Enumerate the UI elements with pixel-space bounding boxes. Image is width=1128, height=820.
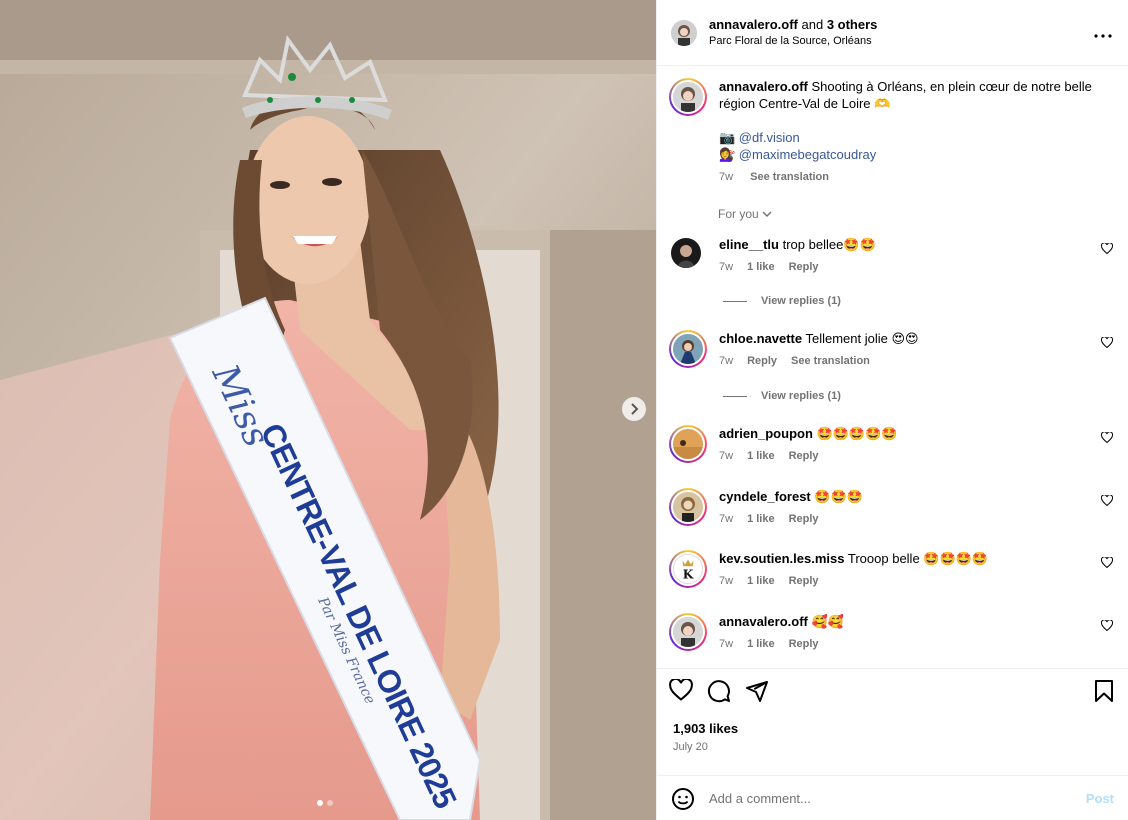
comment-likes[interactable]: 1 like [747, 638, 775, 650]
credit-hair-link[interactable]: 💇‍♀️ @maximebegatcoudray [719, 146, 1109, 163]
carousel-indicator [317, 800, 333, 806]
like-comment-heart-icon[interactable] [1101, 243, 1113, 254]
avatar[interactable] [669, 488, 707, 526]
comment-time: 7w [719, 575, 734, 587]
comment-time: 7w [719, 513, 734, 525]
post-sidebar: annavalero.off and 3 others Parc Floral … [656, 0, 1128, 820]
save-bookmark-icon[interactable] [1094, 679, 1114, 703]
comment-likes[interactable]: 1 like [747, 450, 775, 462]
comment-text: Tellement jolie 😍😍 [805, 331, 919, 346]
comment-likes[interactable]: 1 like [747, 513, 775, 525]
like-comment-heart-icon[interactable] [1101, 620, 1113, 631]
reply-button[interactable]: Reply [747, 355, 777, 367]
more-options-button[interactable] [1094, 22, 1112, 43]
share-send-icon[interactable] [745, 679, 769, 703]
comments-scroll-area[interactable]: annavalero.off Shooting à Orléans, en pl… [657, 66, 1128, 668]
chevron-right-icon [631, 403, 639, 415]
avatar[interactable] [671, 238, 701, 268]
profile-photo-icon [673, 617, 703, 647]
see-translation-button[interactable]: See translation [750, 171, 829, 183]
profile-photo-icon [673, 334, 703, 364]
like-comment-heart-icon[interactable] [1101, 337, 1113, 348]
comment-time: 7w [719, 450, 734, 462]
location-link[interactable]: Parc Floral de la Source, Orléans [709, 34, 877, 49]
comment-sort-dropdown[interactable]: For you [718, 207, 772, 221]
chevron-down-icon [762, 211, 772, 218]
carousel-dot [327, 800, 333, 806]
reply-button[interactable]: Reply [789, 638, 819, 650]
carousel-dot-active [317, 800, 323, 806]
comment-time: 7w [719, 355, 734, 367]
comment-username[interactable]: cyndele_forest [719, 489, 811, 504]
reply-button[interactable]: Reply [789, 513, 819, 525]
comment-text: 🤩🤩🤩🤩🤩 [816, 426, 898, 441]
profile-photo-icon [673, 492, 703, 522]
post-media[interactable]: Miss CENTRE-VAL DE LOIRE 2025 Par Miss F… [0, 0, 656, 820]
comment-text: 🤩🤩🤩 [814, 489, 863, 504]
see-translation-button[interactable]: See translation [791, 355, 870, 367]
profile-photo-icon [673, 429, 703, 459]
like-comment-heart-icon[interactable] [1101, 495, 1113, 506]
emoji-smiley-icon[interactable] [671, 787, 695, 811]
post-header: annavalero.off and 3 others Parc Floral … [657, 0, 1128, 66]
avatar[interactable]: K [669, 550, 707, 588]
comment-username[interactable]: adrien_poupon [719, 426, 813, 441]
avatar[interactable] [671, 19, 697, 46]
likes-count[interactable]: 1,903 likes [673, 721, 738, 736]
credit-photographer-link[interactable]: 📷 @df.vision [719, 129, 1109, 146]
add-comment-bar: Post [657, 775, 1128, 820]
comment-bubble-icon[interactable] [707, 679, 731, 703]
comment-time: 7w [719, 638, 734, 650]
more-horizontal-icon [1094, 34, 1112, 38]
next-slide-button[interactable] [622, 397, 646, 421]
avatar[interactable] [669, 425, 707, 463]
coauthors-link[interactable]: 3 others [827, 17, 878, 32]
comment-text: Trooop belle 🤩🤩🤩🤩 [847, 551, 989, 566]
reply-button[interactable]: Reply [789, 261, 819, 273]
view-replies-label: View replies (1) [761, 390, 841, 402]
post-author-link[interactable]: annavalero.off [709, 17, 798, 32]
comment-username[interactable]: annavalero.off [719, 614, 808, 629]
reply-button[interactable]: Reply [789, 450, 819, 462]
avatar[interactable] [669, 330, 707, 368]
comment-time: 7w [719, 261, 734, 273]
instagram-post-modal: Miss CENTRE-VAL DE LOIRE 2025 Par Miss F… [0, 0, 1128, 820]
profile-photo-icon [673, 82, 703, 112]
post-comment-button[interactable]: Post [1086, 791, 1114, 806]
and-text: and [801, 17, 824, 33]
like-heart-icon[interactable] [669, 679, 693, 701]
add-comment-input[interactable] [709, 791, 1086, 806]
view-replies-button[interactable]: View replies (1) [723, 295, 841, 307]
view-replies-label: View replies (1) [761, 295, 841, 307]
comment-username[interactable]: eline__tlu [719, 237, 779, 252]
like-comment-heart-icon[interactable] [1101, 432, 1113, 443]
comment-username[interactable]: kev.soutien.les.miss [719, 551, 845, 566]
avatar[interactable] [669, 78, 707, 116]
comment-likes[interactable]: 1 like [747, 575, 775, 587]
reply-button[interactable]: Reply [789, 575, 819, 587]
comment-text: trop bellee🤩🤩 [782, 237, 876, 252]
comment-text: 🥰🥰 [811, 614, 844, 629]
like-comment-heart-icon[interactable] [1101, 557, 1113, 568]
post-actions: 1,903 likes July 20 Post [657, 668, 1128, 820]
post-photo: Miss CENTRE-VAL DE LOIRE 2025 Par Miss F… [0, 0, 656, 820]
profile-photo-icon [671, 19, 697, 46]
comment-likes[interactable]: 1 like [747, 261, 775, 273]
view-replies-button[interactable]: View replies (1) [723, 390, 841, 402]
caption-time: 7w [719, 171, 734, 183]
sort-label: For you [718, 207, 759, 221]
k-logo-icon: K [674, 555, 702, 583]
post-date[interactable]: July 20 [673, 741, 708, 753]
profile-photo-icon [671, 238, 701, 268]
avatar[interactable] [669, 613, 707, 651]
caption-username[interactable]: annavalero.off [719, 79, 808, 94]
svg-text:K: K [683, 567, 694, 581]
comment-username[interactable]: chloe.navette [719, 331, 802, 346]
